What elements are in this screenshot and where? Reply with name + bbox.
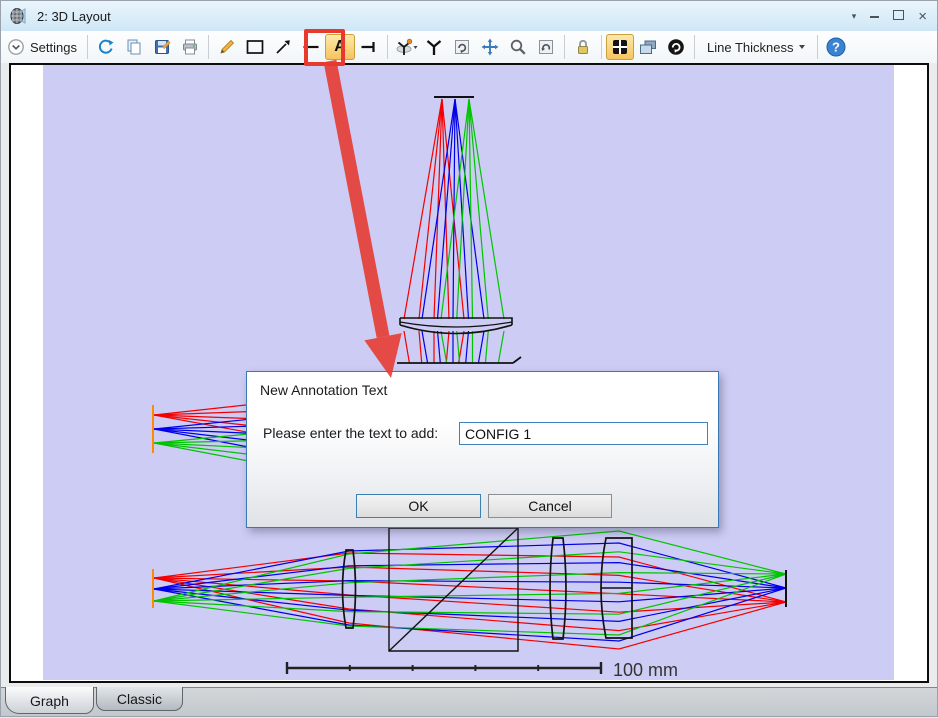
tab-bar: Graph Classic	[1, 683, 937, 716]
print-button[interactable]	[176, 34, 204, 60]
dimension-tool-button[interactable]	[355, 34, 383, 60]
help-button[interactable]: ?	[822, 34, 850, 60]
ok-button[interactable]: OK	[356, 494, 481, 518]
lock-icon	[574, 38, 592, 56]
toolbar: Settings	[1, 31, 937, 63]
rectangle-icon	[245, 38, 265, 56]
sync-icon	[667, 38, 685, 56]
app-window: 2: 3D Layout ▾ × Settings	[0, 0, 938, 717]
new-annotation-dialog: New Annotation Text Please enter the tex…	[246, 371, 719, 528]
line-thickness-label: Line Thickness	[707, 40, 793, 55]
minimize-icon[interactable]	[870, 11, 879, 22]
axis-icon	[425, 38, 443, 56]
rotate-button[interactable]	[448, 34, 476, 60]
title-bar: 2: 3D Layout ▾ ×	[1, 1, 937, 31]
dimension-icon	[360, 38, 378, 56]
copy-icon	[125, 38, 143, 56]
close-icon[interactable]: ×	[918, 9, 927, 24]
pan-icon	[481, 38, 499, 56]
line-thickness-dropdown[interactable]: Line Thickness	[699, 34, 813, 60]
dialog-title: New Annotation Text	[260, 382, 387, 398]
save-button[interactable]	[148, 34, 176, 60]
cascade-windows-icon	[638, 38, 658, 56]
help-icon: ?	[826, 37, 846, 57]
lens-icon	[9, 7, 31, 25]
sync-button[interactable]	[662, 34, 690, 60]
active-window-button[interactable]	[634, 34, 662, 60]
window-menu-icon[interactable]: ▾	[852, 12, 857, 21]
magnifier-icon	[509, 38, 527, 56]
chevron-down-icon	[799, 45, 805, 49]
print-icon	[181, 38, 199, 56]
orbit-3d-icon	[394, 37, 418, 57]
help-glyph: ?	[832, 40, 840, 55]
rotate-icon	[453, 38, 471, 56]
annotation-text-input[interactable]	[459, 422, 708, 445]
fit-extents-icon	[611, 38, 629, 56]
pencil-tool-button[interactable]	[213, 34, 241, 60]
refresh-icon	[97, 38, 115, 56]
tab-classic[interactable]: Classic	[96, 687, 183, 711]
axis-button[interactable]	[420, 34, 448, 60]
dialog-prompt: Please enter the text to add:	[263, 425, 438, 441]
flip-button[interactable]	[532, 34, 560, 60]
fit-extents-button[interactable]	[606, 34, 634, 60]
copy-clipboard-button[interactable]	[120, 34, 148, 60]
pan-button[interactable]	[476, 34, 504, 60]
cancel-button[interactable]: Cancel	[488, 494, 612, 518]
settings-button[interactable]: Settings	[5, 34, 83, 60]
tab-graph[interactable]: Graph	[5, 687, 94, 714]
settings-label: Settings	[30, 40, 77, 55]
refresh-button[interactable]	[92, 34, 120, 60]
annotation-highlight-box	[304, 29, 345, 66]
orbit-3d-button[interactable]	[392, 34, 420, 60]
settings-chevron-icon	[7, 38, 25, 56]
rectangle-tool-button[interactable]	[241, 34, 269, 60]
arrow-icon	[274, 38, 292, 56]
save-icon	[153, 38, 171, 56]
maximize-icon[interactable]	[893, 10, 904, 23]
lock-button[interactable]	[569, 34, 597, 60]
window-title: 2: 3D Layout	[37, 9, 852, 24]
pencil-icon	[218, 38, 236, 56]
flip-icon	[537, 38, 555, 56]
zoom-button[interactable]	[504, 34, 532, 60]
arrow-tool-button[interactable]	[269, 34, 297, 60]
